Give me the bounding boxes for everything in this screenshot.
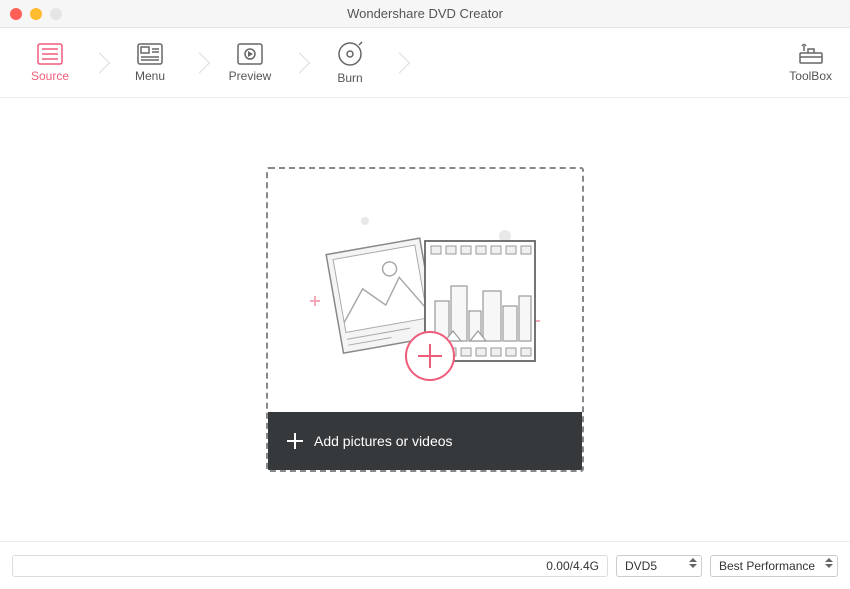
dropzone-illustration bbox=[268, 169, 582, 412]
size-text: 0.00/4.4G bbox=[546, 559, 599, 573]
maximize-window-icon[interactable] bbox=[50, 8, 62, 20]
add-media-button[interactable]: Add pictures or videos bbox=[268, 412, 582, 470]
burn-icon bbox=[337, 41, 363, 67]
minimize-window-icon[interactable] bbox=[30, 8, 42, 20]
disc-type-value: DVD5 bbox=[625, 559, 657, 573]
arrow-separator-icon bbox=[392, 28, 408, 98]
nav-step-preview[interactable]: Preview bbox=[208, 28, 292, 98]
add-media-label: Add pictures or videos bbox=[314, 433, 453, 449]
menu-icon bbox=[137, 43, 163, 65]
disc-type-select[interactable]: DVD5 bbox=[616, 555, 702, 577]
dropzone[interactable]: Add pictures or videos bbox=[266, 167, 584, 472]
nav-step-burn[interactable]: Burn bbox=[308, 28, 392, 98]
main-area: Add pictures or videos bbox=[0, 98, 850, 541]
toolbox-button[interactable]: ToolBox bbox=[789, 28, 832, 98]
nav-label: Source bbox=[31, 69, 69, 83]
window-title: Wondershare DVD Creator bbox=[0, 6, 850, 21]
bottombar: 0.00/4.4G DVD5 Best Performance bbox=[0, 541, 850, 589]
titlebar: Wondershare DVD Creator bbox=[0, 0, 850, 28]
stepper-icon bbox=[689, 558, 697, 568]
quality-select[interactable]: Best Performance bbox=[710, 555, 838, 577]
navbar: Source Menu Preview Burn bbox=[0, 28, 850, 98]
preview-icon bbox=[237, 43, 263, 65]
toolbox-icon bbox=[798, 43, 824, 65]
close-window-icon[interactable] bbox=[10, 8, 22, 20]
toolbox-label: ToolBox bbox=[789, 69, 832, 83]
arrow-separator-icon bbox=[292, 28, 308, 98]
plus-icon bbox=[286, 432, 304, 450]
nav-label: Preview bbox=[229, 69, 272, 83]
size-progress-field: 0.00/4.4G bbox=[12, 555, 608, 577]
nav-step-menu[interactable]: Menu bbox=[108, 28, 192, 98]
nav-label: Burn bbox=[337, 71, 362, 85]
source-icon bbox=[37, 43, 63, 65]
stepper-icon bbox=[825, 558, 833, 568]
window-controls bbox=[0, 8, 62, 20]
arrow-separator-icon bbox=[192, 28, 208, 98]
arrow-separator-icon bbox=[92, 28, 108, 98]
nav-step-source[interactable]: Source bbox=[8, 28, 92, 98]
nav-label: Menu bbox=[135, 69, 165, 83]
quality-value: Best Performance bbox=[719, 559, 815, 573]
